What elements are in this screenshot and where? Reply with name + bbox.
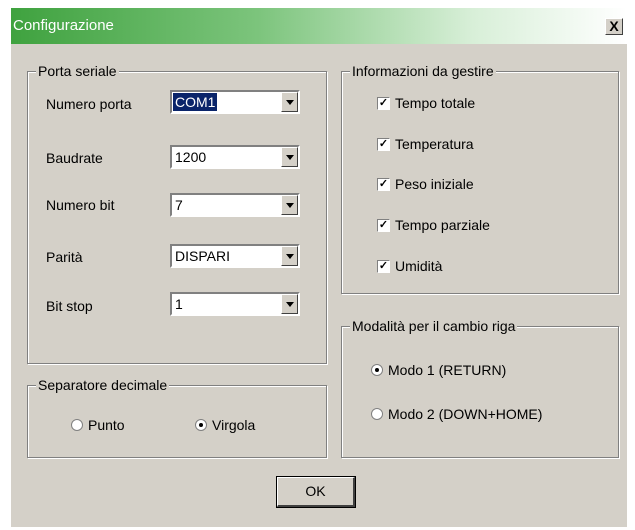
line-mode-legend: Modalità per il cambio riga [350,318,518,334]
line-mode-group: Modalità per il cambio riga [341,318,619,458]
comma-radio[interactable] [195,419,207,431]
mode2-radio[interactable] [371,408,383,420]
close-button[interactable]: X [605,18,623,35]
window-title: Configurazione [13,17,114,34]
chevron-down-icon[interactable] [281,195,298,215]
stop-bits-value: 1 [175,296,183,312]
humidity-label[interactable]: Umidità [395,258,442,274]
ok-button[interactable]: OK [276,476,356,508]
baudrate-label: Baudrate [46,150,103,166]
port-number-value: COM1 [173,93,218,111]
mode1-label[interactable]: Modo 1 (RETURN) [388,362,506,378]
point-radio[interactable] [71,419,83,431]
title-bar[interactable]: Configurazione X [11,8,627,44]
partial-time-label[interactable]: Tempo parziale [395,217,490,233]
parity-label: Parità [46,249,83,265]
temperature-checkbox[interactable]: ✓ [377,138,390,151]
temperature-label[interactable]: Temperatura [395,136,474,152]
point-label[interactable]: Punto [88,417,125,433]
serial-port-group: Porta seriale [27,63,327,364]
mode1-radio[interactable] [371,364,383,376]
total-time-label[interactable]: Tempo totale [395,95,475,111]
port-number-label: Numero porta [46,96,132,112]
serial-port-legend: Porta seriale [36,63,119,79]
chevron-down-icon[interactable] [281,294,298,314]
decimal-separator-legend: Separatore decimale [36,377,170,393]
chevron-down-icon[interactable] [281,147,298,167]
chevron-down-icon[interactable] [281,246,298,266]
data-bits-select[interactable]: 7 [170,193,300,217]
info-legend: Informazioni da gestire [350,63,496,79]
chevron-down-icon[interactable] [281,92,298,112]
mode2-label[interactable]: Modo 2 (DOWN+HOME) [388,406,542,422]
partial-time-checkbox[interactable]: ✓ [377,219,390,232]
initial-weight-checkbox[interactable]: ✓ [377,178,390,191]
parity-select[interactable]: DISPARI [170,244,300,268]
comma-label[interactable]: Virgola [212,417,255,433]
port-number-select[interactable]: COM1 [170,90,300,114]
humidity-checkbox[interactable]: ✓ [377,260,390,273]
total-time-checkbox[interactable]: ✓ [377,97,390,110]
parity-value: DISPARI [175,248,230,264]
stop-bits-select[interactable]: 1 [170,292,300,316]
stop-bits-label: Bit stop [46,298,93,314]
initial-weight-label[interactable]: Peso iniziale [395,176,474,192]
baudrate-value: 1200 [175,149,207,165]
config-dialog: Configurazione X Porta seriale Numero po… [11,8,627,527]
data-bits-label: Numero bit [46,197,115,213]
data-bits-value: 7 [175,197,183,213]
baudrate-select[interactable]: 1200 [170,145,300,169]
